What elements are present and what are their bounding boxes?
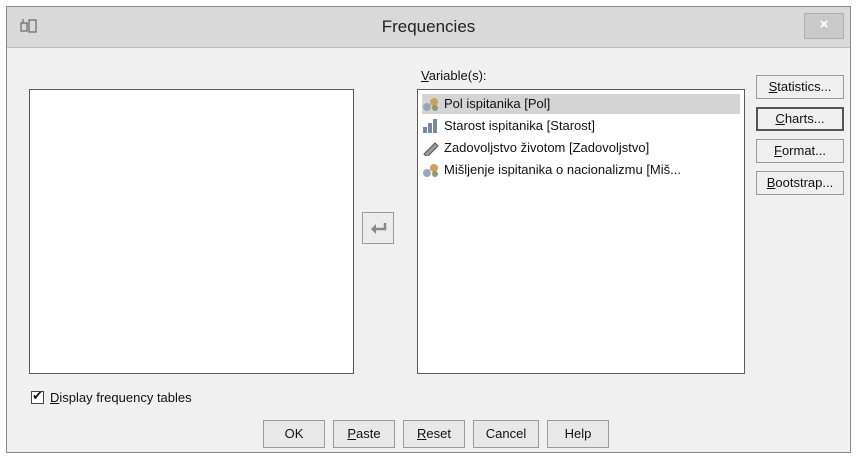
- arrow-left-icon: [371, 223, 387, 234]
- variable-label: Starost ispitanika [Starost]: [444, 118, 596, 133]
- title-bar[interactable]: Frequencies ×: [7, 7, 850, 48]
- close-button[interactable]: ×: [804, 13, 844, 39]
- display-frequency-tables-checkbox[interactable]: ✔: [31, 388, 44, 404]
- paste-button[interactable]: Paste: [333, 420, 395, 448]
- nominal-variable-icon: [423, 98, 438, 111]
- variable-label: Pol ispitanika [Pol]: [444, 96, 551, 111]
- source-variable-list[interactable]: [29, 89, 354, 374]
- move-variable-button[interactable]: [362, 212, 394, 244]
- variable-label: Zadovoljstvo životom [Zadovoljstvo]: [444, 140, 650, 155]
- close-icon: ×: [819, 16, 829, 33]
- variable-label: Mišljenje ispitanika o nacionalizmu [Miš…: [444, 162, 681, 177]
- list-item[interactable]: Mišljenje ispitanika o nacionalizmu [Miš…: [422, 160, 740, 180]
- charts-button[interactable]: Charts...: [756, 107, 844, 131]
- list-item[interactable]: Zadovoljstvo životom [Zadovoljstvo]: [422, 138, 740, 158]
- help-button[interactable]: Help: [547, 420, 609, 448]
- list-item[interactable]: Pol ispitanika [Pol]: [422, 94, 740, 114]
- frequencies-dialog: Frequencies × Variable(s): Pol ispitanik…: [6, 6, 851, 453]
- window-title: Frequencies: [381, 17, 476, 36]
- bootstrap-button[interactable]: Bootstrap...: [756, 171, 844, 195]
- scale-variable-icon: [423, 142, 439, 156]
- list-item[interactable]: Starost ispitanika [Starost]: [422, 116, 740, 136]
- display-frequency-tables-row[interactable]: ✔ Display frequency tables: [31, 388, 192, 405]
- variables-label: Variable(s):: [421, 68, 487, 83]
- checkmark-icon: ✔: [32, 388, 43, 403]
- reset-button[interactable]: Reset: [403, 420, 465, 448]
- ordinal-variable-icon: [423, 119, 437, 133]
- statistics-button[interactable]: Statistics...: [756, 75, 844, 99]
- display-frequency-tables-label: Display frequency tables: [50, 390, 192, 405]
- format-button[interactable]: Format...: [756, 139, 844, 163]
- target-variable-list[interactable]: Pol ispitanika [Pol] Starost ispitanika …: [417, 89, 745, 374]
- nominal-variable-icon: [423, 164, 438, 177]
- ok-button[interactable]: OK: [263, 420, 325, 448]
- cancel-button[interactable]: Cancel: [473, 420, 539, 448]
